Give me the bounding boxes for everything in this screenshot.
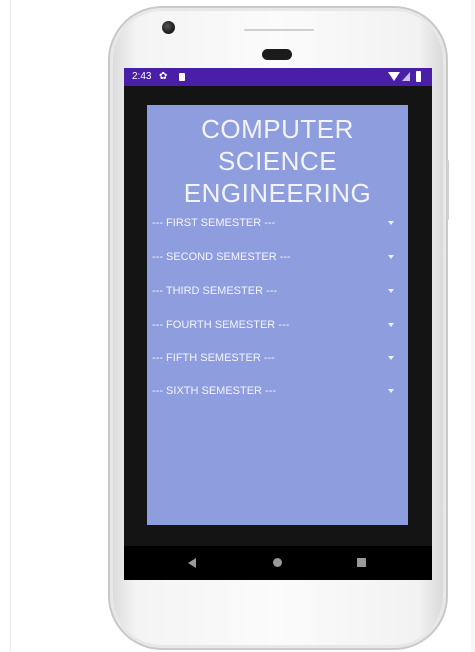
semester-label: --- FIFTH SEMESTER --- (152, 352, 275, 364)
sd-card-icon (179, 73, 185, 81)
status-bar: 2:43 ✿ (124, 68, 432, 86)
dropdown-arrow-icon (388, 221, 394, 225)
recents-icon[interactable] (357, 558, 366, 567)
semester-spinner-third[interactable]: --- THIRD SEMESTER --- (152, 280, 400, 302)
speaker-grille (262, 49, 292, 60)
semester-spinner-fourth[interactable]: --- FOURTH SEMESTER --- (152, 314, 400, 336)
home-icon[interactable] (273, 558, 282, 567)
settings-icon: ✿ (159, 71, 168, 82)
phone-side-button (446, 160, 449, 220)
page-left-edge (10, 0, 11, 652)
semester-label: --- FOURTH SEMESTER --- (152, 319, 290, 331)
semester-label: --- SIXTH SEMESTER --- (152, 385, 277, 397)
dropdown-arrow-icon (388, 356, 394, 360)
front-camera (162, 21, 175, 34)
semester-label: --- THIRD SEMESTER --- (152, 285, 278, 297)
semester-label: --- FIRST SEMESTER --- (152, 217, 276, 229)
semester-spinner-sixth[interactable]: --- SIXTH SEMESTER --- (152, 380, 400, 402)
back-icon[interactable] (188, 558, 196, 568)
dropdown-arrow-icon (388, 255, 394, 259)
app-content: COMPUTER SCIENCE ENGINEERING --- FIRST S… (147, 105, 408, 525)
wifi-icon (388, 72, 400, 81)
semester-spinner-first[interactable]: --- FIRST SEMESTER --- (152, 212, 400, 234)
phone-screen: 2:43 ✿ COMPUTER SCIENCE ENGINEERING --- … (124, 68, 432, 580)
dropdown-arrow-icon (388, 289, 394, 293)
navigation-bar (124, 546, 432, 580)
semester-spinner-second[interactable]: --- SECOND SEMESTER --- (152, 246, 400, 268)
semester-spinner-fifth[interactable]: --- FIFTH SEMESTER --- (152, 347, 400, 369)
dropdown-arrow-icon (388, 323, 394, 327)
earpiece-line (244, 29, 314, 31)
page-right-edge (471, 0, 475, 652)
page-title: COMPUTER SCIENCE ENGINEERING (183, 114, 372, 208)
signal-icon (402, 72, 410, 81)
battery-icon (416, 71, 421, 82)
status-time: 2:43 (132, 71, 152, 82)
dropdown-arrow-icon (388, 389, 394, 393)
semester-label: --- SECOND SEMESTER --- (152, 251, 291, 263)
